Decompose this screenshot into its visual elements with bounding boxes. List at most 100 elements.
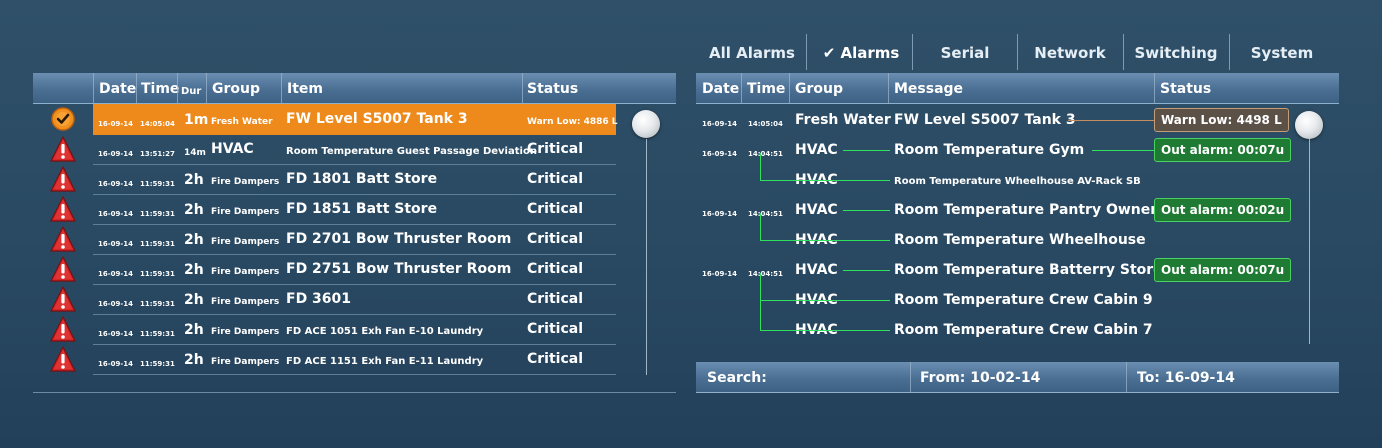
alarm-row[interactable]: 16-09-14 14:05:04 1m Fresh Water FW Level S5… bbox=[93, 104, 618, 135]
scroll-track[interactable] bbox=[1309, 139, 1310, 344]
alarm-row[interactable]: 16-09-14 11:59:31 2h Fire Dampers FD 2701 Bo… bbox=[93, 224, 616, 255]
alarm-time: 11:59:31 bbox=[140, 270, 175, 278]
tab-network[interactable]: Network bbox=[1020, 36, 1120, 70]
connector-line bbox=[843, 150, 890, 151]
status-badge: Warn Low: 4498 L bbox=[1154, 108, 1289, 132]
alarm-row[interactable]: 16-09-14 11:59:31 2h Fire Dampers FD 1851 Ba… bbox=[93, 194, 616, 225]
alarm-date: 16-09-14 bbox=[98, 330, 134, 338]
warning-icon bbox=[48, 134, 78, 164]
alarm-row[interactable]: 16-09-14 11:59:31 2h Fire Dampers FD ACE 115… bbox=[93, 344, 616, 375]
connector-line bbox=[760, 273, 761, 330]
header-separator bbox=[522, 73, 523, 103]
tab-separator bbox=[806, 34, 807, 70]
alarm-group: Fire Dampers bbox=[211, 327, 280, 337]
history-message: Room Temperature Gym bbox=[894, 142, 1085, 158]
warning-icon bbox=[48, 344, 78, 374]
connector-line bbox=[843, 270, 890, 271]
alarm-group: Fire Dampers bbox=[211, 357, 280, 367]
history-time: 14:04:51 bbox=[748, 210, 783, 218]
warning-icon bbox=[48, 284, 78, 314]
active-alarms-panel: Date Time Dur Group Item Status 16-09-14… bbox=[33, 73, 676, 395]
search-separator bbox=[910, 362, 911, 392]
alarm-row[interactable]: 16-09-14 11:59:31 2h Fire Dampers FD 1801 Ba… bbox=[93, 164, 616, 195]
connector-line bbox=[843, 210, 890, 211]
alarm-time: 13:51:27 bbox=[140, 150, 175, 158]
history-date: 16-09-14 bbox=[702, 120, 738, 128]
connector-line bbox=[760, 240, 843, 241]
header-separator bbox=[281, 73, 282, 103]
history-row[interactable]: 16-09-14 14:05:04 Fresh Water FW Level S500… bbox=[696, 105, 1306, 135]
tab-separator bbox=[912, 34, 913, 70]
alarm-item: FD 3601 bbox=[286, 291, 352, 307]
history-group: HVAC bbox=[795, 142, 838, 158]
history-row[interactable]: 16-09-14 14:04:51 HVAC Room Temperature Pan… bbox=[696, 195, 1306, 225]
alarm-row[interactable]: 16-09-14 11:59:31 2h Fire Dampers FD ACE 105… bbox=[93, 314, 616, 345]
connector-line bbox=[843, 300, 890, 301]
history-message: FW Level S5007 Tank 3 bbox=[894, 112, 1076, 128]
alarm-item: FD 1851 Batt Store bbox=[286, 201, 438, 217]
header-separator bbox=[741, 73, 742, 103]
alarm-item: FW Level S5007 Tank 3 bbox=[286, 111, 468, 127]
alarm-time: 11:59:31 bbox=[140, 300, 175, 308]
alarm-date: 16-09-14 bbox=[98, 210, 134, 218]
alarm-group: Fire Dampers bbox=[211, 297, 280, 307]
alarm-row[interactable]: 16-09-14 11:59:31 2h Fire Dampers FD 2751 Bo… bbox=[93, 254, 616, 285]
tab-system[interactable]: System bbox=[1232, 36, 1332, 70]
column-header-group: Group bbox=[212, 81, 261, 97]
alarm-group: Fire Dampers bbox=[211, 237, 280, 247]
status-badge: Out alarm: 00:07u bbox=[1154, 258, 1292, 282]
alarm-row[interactable]: 16-09-14 11:59:31 2h Fire Dampers FD 3601 Cri… bbox=[93, 284, 616, 315]
alarm-item: FD 1801 Batt Store bbox=[286, 171, 438, 187]
alarm-time: 11:59:31 bbox=[140, 210, 175, 218]
tab-alarms[interactable]: ✔ Alarms bbox=[811, 36, 911, 70]
alarm-duration: 2h bbox=[184, 322, 204, 338]
column-header-dur: Dur bbox=[181, 86, 202, 97]
alarm-date: 16-09-14 bbox=[98, 360, 134, 368]
alarm-date: 16-09-14 bbox=[98, 180, 134, 188]
connector-line bbox=[760, 330, 843, 331]
header-separator bbox=[136, 73, 137, 103]
warning-icon bbox=[48, 164, 78, 194]
scroll-track[interactable] bbox=[646, 139, 647, 375]
column-header-group: Group bbox=[795, 81, 844, 97]
header-separator bbox=[888, 73, 889, 103]
table-header: Date Time Dur Group Item Status bbox=[33, 73, 676, 104]
history-message: Room Temperature Crew Cabin 7 bbox=[894, 322, 1153, 338]
alarm-row[interactable]: 16-09-14 13:51:27 14m HVAC Room Temperature … bbox=[93, 134, 616, 165]
tab-serial[interactable]: Serial bbox=[916, 36, 1014, 70]
alarm-group: Fire Dampers bbox=[211, 207, 280, 217]
history-row[interactable]: 16-09-14 14:04:51 HVAC Room Temperature Bat… bbox=[696, 255, 1306, 285]
history-message: Room Temperature Crew Cabin 9 bbox=[894, 292, 1153, 308]
scroll-handle[interactable] bbox=[1295, 111, 1323, 139]
history-group: HVAC bbox=[795, 202, 838, 218]
history-date: 16-09-14 bbox=[702, 150, 738, 158]
history-message: Room Temperature Wheelhouse bbox=[894, 232, 1146, 248]
from-date-field[interactable]: From: 10-02-14 bbox=[920, 362, 1040, 392]
alarm-status: Critical bbox=[527, 171, 584, 187]
alarm-date: 16-09-14 bbox=[98, 240, 134, 248]
panel-divider bbox=[33, 392, 676, 393]
scroll-handle[interactable] bbox=[632, 110, 660, 138]
alarm-item: FD ACE 1051 Exh Fan E-10 Laundry bbox=[286, 326, 484, 337]
column-header-time: Time bbox=[141, 81, 180, 97]
history-date: 16-09-14 bbox=[702, 210, 738, 218]
history-row[interactable]: 16-09-14 14:04:51 HVAC Room Temperature Gym… bbox=[696, 135, 1306, 165]
history-time: 14:05:04 bbox=[748, 120, 783, 128]
connector-line bbox=[760, 153, 761, 180]
tab-switching[interactable]: Switching bbox=[1126, 36, 1226, 70]
alarm-duration: 2h bbox=[184, 262, 204, 278]
connector-line bbox=[843, 240, 890, 241]
alarm-group: Fire Dampers bbox=[211, 177, 280, 187]
tab-all-alarms[interactable]: All Alarms bbox=[703, 36, 801, 70]
search-field[interactable]: Search: bbox=[707, 362, 767, 392]
alarm-date: 16-09-14 bbox=[98, 300, 134, 308]
column-header-message: Message bbox=[894, 81, 964, 97]
to-date-field[interactable]: To: 16-09-14 bbox=[1137, 362, 1235, 392]
history-group: HVAC bbox=[795, 262, 838, 278]
alarm-time: 11:59:31 bbox=[140, 180, 175, 188]
history-message: Room Temperature Batterry Store bbox=[894, 262, 1163, 278]
alarm-duration: 14m bbox=[184, 148, 206, 158]
column-header-status: Status bbox=[527, 81, 579, 97]
status-badge: Out alarm: 00:02u bbox=[1154, 198, 1292, 222]
status-badge: Out alarm: 00:07u bbox=[1154, 138, 1292, 162]
